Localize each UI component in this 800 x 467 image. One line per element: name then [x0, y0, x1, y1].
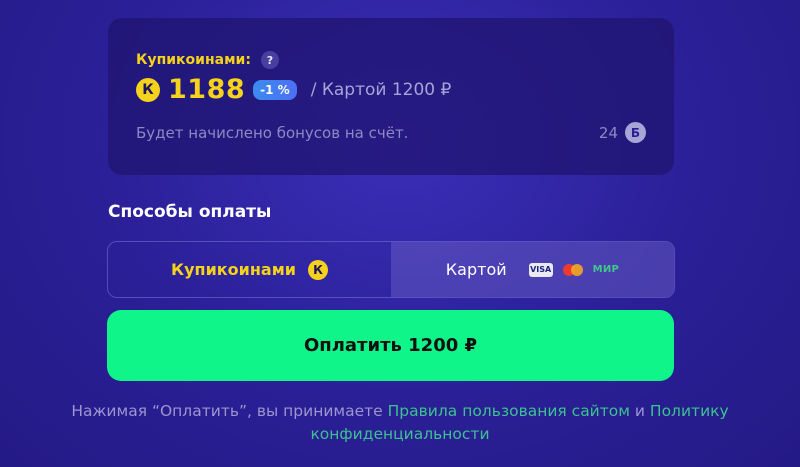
coin-k-icon: К	[136, 77, 160, 102]
amount-row: К 1188 -1 % / Картой 1200 ₽	[136, 74, 451, 105]
payment-methods-title: Способы оплаты	[108, 202, 272, 222]
balance-card: Купикоинами: ? К 1188 -1 % / Картой 1200…	[108, 18, 674, 175]
mastercard-icon	[561, 263, 585, 277]
mir-icon: МИР	[592, 264, 620, 275]
balance-label-row: Купикоинами: ?	[136, 51, 279, 69]
bonus-text: Будет начислено бонусов на счёт.	[136, 123, 409, 142]
help-icon[interactable]: ?	[260, 51, 279, 69]
discount-badge: -1 %	[253, 79, 297, 100]
bonus-amount: 24	[598, 123, 618, 142]
rules-link[interactable]: Правила пользования сайтом	[388, 402, 630, 420]
pay-button[interactable]: Оплатить 1200 ₽	[107, 310, 674, 381]
bonus-row: Будет начислено бонусов на счёт. 24 Б	[136, 122, 646, 143]
card-logos: VISA МИР	[528, 262, 620, 277]
terms-text: Нажимая “Оплатить”, вы принимаете Правил…	[0, 400, 800, 446]
coin-amount: 1188	[168, 74, 246, 105]
balance-label: Купикоинами:	[136, 52, 251, 68]
terms-prefix: Нажимая “Оплатить”, вы принимаете	[71, 402, 383, 420]
terms-conjunction: и	[634, 402, 645, 420]
bonus-coin-icon: Б	[625, 122, 646, 143]
payment-method-tabs: Купикоинами К Картой VISA МИР	[107, 241, 675, 298]
tab-card[interactable]: Картой VISA МИР	[391, 242, 674, 297]
tab-card-label: Картой	[445, 260, 507, 279]
tab-coins-label: Купикоинами	[171, 260, 296, 279]
visa-icon: VISA	[528, 262, 553, 277]
bonus-value: 24 Б	[599, 122, 646, 143]
coin-k-icon: К	[307, 259, 328, 280]
tab-coins[interactable]: Купикоинами К	[108, 242, 391, 297]
card-price: / Картой 1200 ₽	[310, 79, 452, 100]
